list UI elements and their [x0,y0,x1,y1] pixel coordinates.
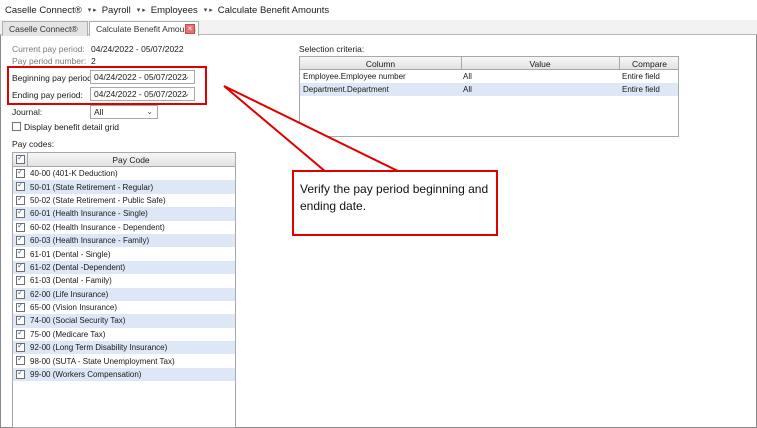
callout-box: Verify the pay period beginning and endi… [292,170,498,236]
callout-text: Verify the pay period beginning and endi… [300,182,489,213]
